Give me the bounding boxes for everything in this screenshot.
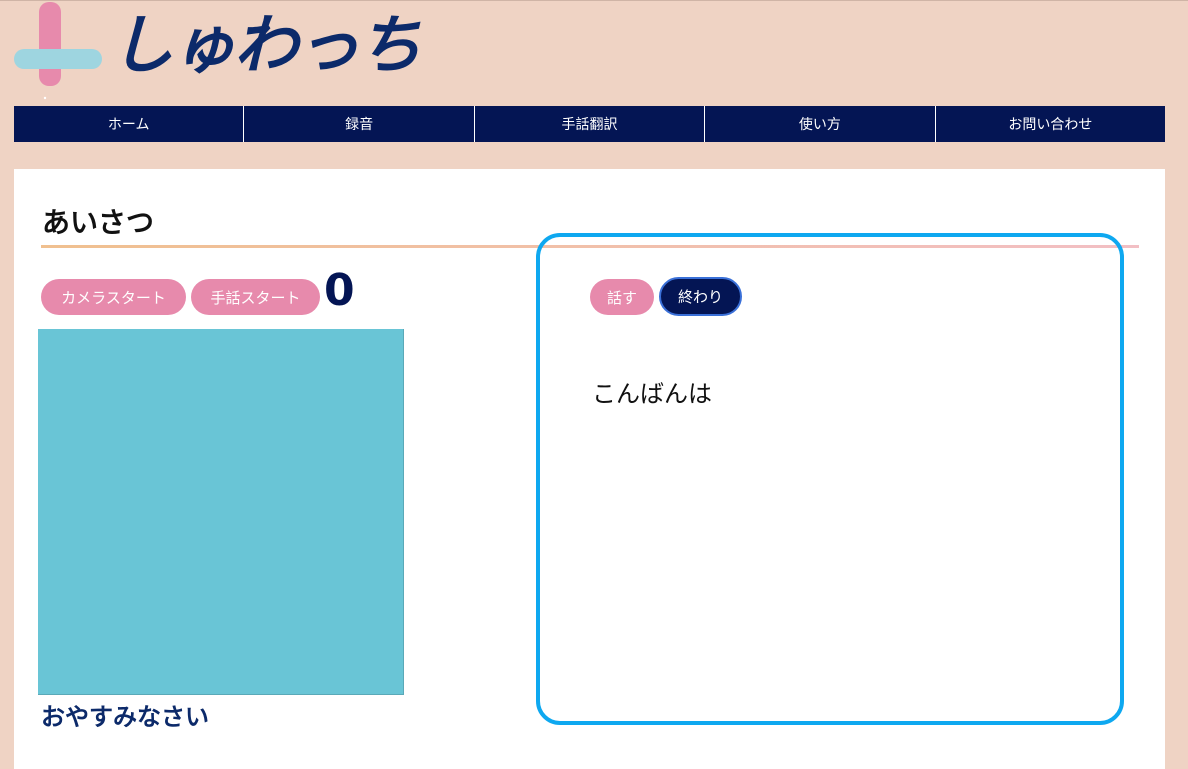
camera-preview (38, 329, 404, 695)
nav-item-record[interactable]: 録音 (244, 106, 475, 142)
plus-logo-icon (14, 2, 102, 100)
end-button[interactable]: 終わり (659, 277, 742, 316)
nav-item-contact[interactable]: お問い合わせ (936, 106, 1165, 142)
main-nav: ホーム 録音 手話翻訳 使い方 お問い合わせ (14, 106, 1165, 142)
site-logo[interactable]: しゅわっち (12, 0, 422, 100)
recognition-count: 0 (324, 265, 355, 316)
nav-item-usage[interactable]: 使い方 (705, 106, 936, 142)
recognized-sign-label: おやすみなさい (41, 703, 209, 731)
camera-start-button[interactable]: カメラスタート (41, 279, 186, 315)
nav-item-sign-translate[interactable]: 手話翻訳 (475, 106, 706, 142)
talk-button[interactable]: 話す (590, 279, 654, 315)
logo-text: しゅわっち (110, 9, 422, 83)
nav-item-home[interactable]: ホーム (14, 106, 245, 142)
section-title: あいさつ (42, 206, 155, 239)
sign-start-button[interactable]: 手話スタート (191, 279, 320, 315)
main-content: あいさつ カメラスタート 手話スタート 0 おやすみなさい 話す 終わり こんば… (14, 169, 1165, 769)
speech-transcript: こんばんは (592, 380, 712, 408)
